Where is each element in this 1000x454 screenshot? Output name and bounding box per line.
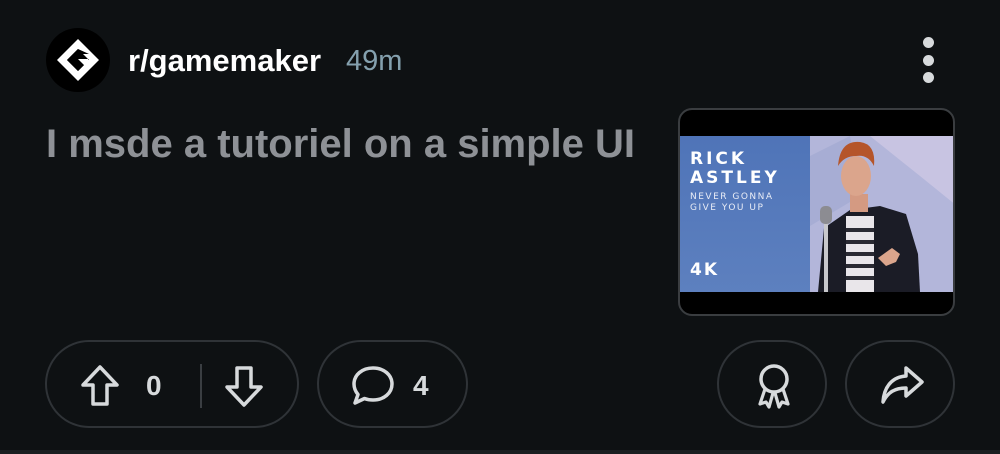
subreddit-avatar[interactable] bbox=[46, 28, 110, 92]
award-ribbon-icon bbox=[752, 362, 796, 415]
speech-bubble-icon bbox=[351, 365, 395, 412]
singer-figure bbox=[810, 136, 953, 292]
post-title[interactable]: I msde a tutoriel on a simple UI bbox=[46, 116, 646, 172]
post-card[interactable]: r/gamemaker 49m I msde a tutoriel on a s… bbox=[0, 0, 1000, 454]
share-arrow-icon bbox=[879, 364, 925, 411]
share-button[interactable] bbox=[845, 340, 955, 428]
thumbnail-photo bbox=[810, 136, 953, 292]
kebab-menu-icon bbox=[922, 37, 934, 48]
thumbnail-artist: RICK ASTLEY bbox=[690, 149, 780, 188]
card-separator bbox=[0, 450, 1000, 454]
subreddit-name[interactable]: r/gamemaker bbox=[128, 43, 321, 79]
award-button[interactable] bbox=[717, 340, 827, 428]
vote-count: 0 bbox=[146, 370, 162, 401]
vote-bar: 0 bbox=[45, 340, 299, 428]
upvote-button[interactable] bbox=[79, 364, 121, 413]
more-options-button[interactable] bbox=[908, 33, 948, 87]
arrow-down-icon bbox=[225, 366, 263, 407]
kebab-dot bbox=[922, 72, 934, 83]
video-thumbnail[interactable]: RICK ASTLEY NEVER GONNA GIVE YOU UP 4K bbox=[678, 108, 955, 316]
thumbnail-song: NEVER GONNA GIVE YOU UP bbox=[690, 192, 774, 213]
thumbnail-image: RICK ASTLEY NEVER GONNA GIVE YOU UP 4K bbox=[680, 136, 953, 292]
comments-button[interactable]: 4 bbox=[317, 340, 468, 428]
comment-count: 4 bbox=[413, 370, 429, 401]
downvote-button[interactable] bbox=[223, 364, 265, 413]
post-timestamp: 49m bbox=[346, 45, 403, 77]
gamemaker-logo-icon bbox=[57, 39, 99, 81]
arrow-up-icon bbox=[81, 365, 119, 406]
thumbnail-quality: 4K bbox=[690, 260, 720, 280]
vote-divider bbox=[200, 364, 202, 408]
kebab-dot bbox=[922, 54, 934, 66]
thumbnail-text-panel: RICK ASTLEY NEVER GONNA GIVE YOU UP 4K bbox=[680, 136, 810, 292]
